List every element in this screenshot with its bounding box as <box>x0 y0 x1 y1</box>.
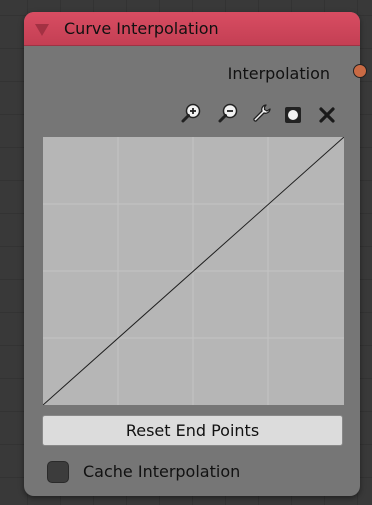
node-title: Curve Interpolation <box>64 19 219 38</box>
collapse-arrow-icon[interactable] <box>35 24 49 36</box>
cache-interpolation-label: Cache Interpolation <box>83 462 241 481</box>
curve-editor[interactable] <box>43 137 344 405</box>
cache-interpolation-checkbox[interactable] <box>47 461 69 483</box>
output-socket[interactable] <box>353 64 367 78</box>
reset-end-points-button[interactable]: Reset End Points <box>42 415 343 446</box>
output-label: Interpolation <box>227 64 330 83</box>
zoom-out-icon[interactable] <box>216 101 240 125</box>
zoom-in-icon[interactable] <box>179 101 203 125</box>
clip-icon[interactable] <box>281 103 305 127</box>
close-icon[interactable] <box>315 103 339 127</box>
wrench-icon[interactable] <box>249 101 273 125</box>
node-header[interactable]: Curve Interpolation <box>24 12 360 46</box>
